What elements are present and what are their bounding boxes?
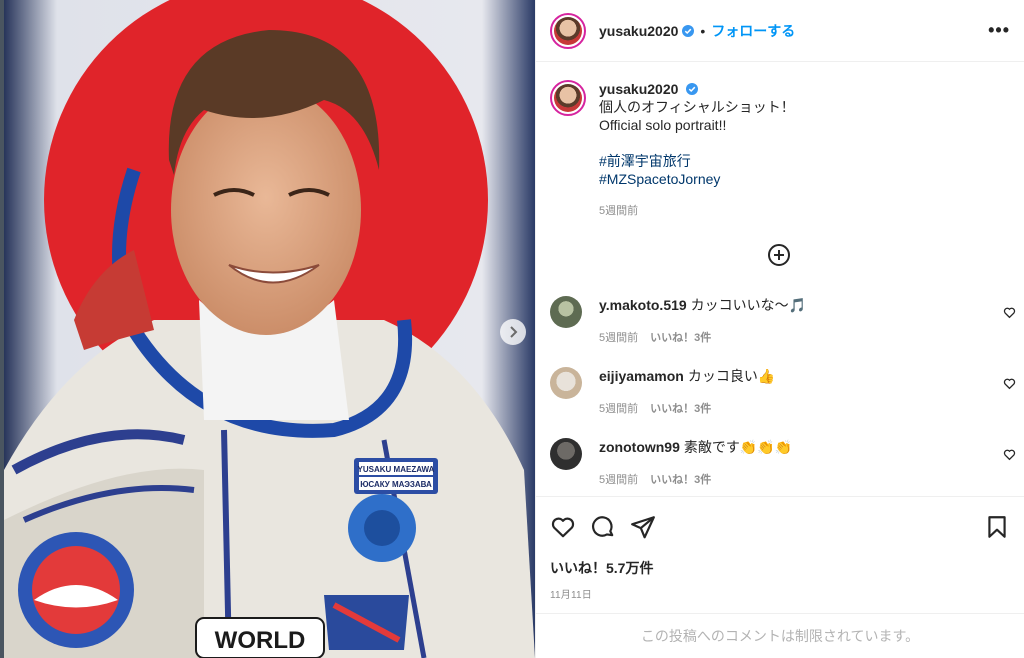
- comment-item: y.makoto.519 カッコいいな〜🎵 5週間前 いいね！3件: [550, 296, 1016, 347]
- caption: yusaku2020 個人のオフィシャルショット！ Official solo …: [536, 62, 1024, 220]
- caption-username[interactable]: yusaku2020: [599, 81, 678, 97]
- bookmark-icon[interactable]: [984, 514, 1010, 540]
- comment-age: 5週間前: [599, 474, 639, 486]
- add-circle-icon[interactable]: [767, 243, 791, 267]
- author-avatar[interactable]: [550, 12, 586, 49]
- commenter-avatar[interactable]: [550, 438, 582, 470]
- comments-restricted-notice: この投稿へのコメントは制限されています。: [536, 613, 1024, 658]
- comment-text: カッコいいな〜🎵: [690, 297, 807, 313]
- verified-badge-icon: [686, 83, 699, 95]
- caption-avatar[interactable]: [550, 80, 586, 116]
- comment-likes[interactable]: いいね！3件: [650, 474, 711, 486]
- comment-username[interactable]: zonotown99: [599, 439, 680, 455]
- share-icon[interactable]: [630, 514, 656, 540]
- heart-icon[interactable]: [550, 514, 576, 540]
- follow-button[interactable]: フォローする: [711, 21, 795, 41]
- hashtag-link-1[interactable]: #前澤宇宙旅行: [599, 152, 795, 170]
- post-header: yusaku2020 • フォローする •••: [536, 0, 1024, 62]
- comment-age: 5週間前: [599, 403, 639, 415]
- likes-count[interactable]: いいね！5.7万件: [536, 558, 1024, 578]
- comment-age: 5週間前: [599, 332, 639, 344]
- comment-item: zonotown99 素敵です👏👏👏 5週間前 いいね！3件: [550, 438, 1016, 489]
- commenter-avatar[interactable]: [550, 367, 582, 399]
- post-sidebar: yusaku2020 • フォローする ••• yusaku2020 個人のオフ…: [535, 0, 1024, 658]
- heart-icon[interactable]: [1003, 377, 1016, 390]
- comment-username[interactable]: eijiyamamon: [599, 368, 684, 384]
- name-tag-line2: ЮСАКУ МАЭЗАВА: [360, 480, 432, 489]
- commenter-avatar[interactable]: [550, 296, 582, 328]
- comment-likes[interactable]: いいね！3件: [650, 403, 711, 415]
- action-bar: [536, 496, 1024, 556]
- astronaut-portrait-image: YUSAKU MAEZAWA ЮСАКУ МАЭЗАВА WORLD: [4, 0, 535, 658]
- caption-age: 5週間前: [599, 205, 639, 217]
- comment-item: eijiyamamon カッコ良い👍 5週間前 いいね！3件: [550, 367, 1016, 418]
- comment-likes[interactable]: いいね！3件: [650, 332, 711, 344]
- heart-icon[interactable]: [1003, 448, 1016, 461]
- separator-dot: •: [700, 22, 706, 39]
- comment-username[interactable]: y.makoto.519: [599, 297, 687, 313]
- hashtag-link-2[interactable]: #MZSpacetoJorney: [599, 170, 795, 188]
- comment-icon[interactable]: [590, 514, 616, 540]
- post-date: 11月11日: [550, 590, 592, 601]
- more-options-icon[interactable]: •••: [988, 20, 1010, 41]
- author-username[interactable]: yusaku2020: [599, 23, 678, 39]
- chevron-right-icon: [510, 326, 518, 338]
- next-photo-button[interactable]: [500, 319, 526, 345]
- post-photo[interactable]: YUSAKU MAEZAWA ЮСАКУ МАЭЗАВА WORLD: [4, 0, 535, 658]
- comment-text: カッコ良い👍: [687, 368, 776, 384]
- verified-badge-icon: [682, 24, 695, 37]
- world-peace-patch-text: WORLD: [215, 627, 306, 654]
- caption-line-2: Official solo portrait!!: [599, 117, 727, 133]
- comment-text: 素敵です👏👏👏: [683, 439, 793, 455]
- heart-icon[interactable]: [1003, 306, 1016, 319]
- comments-area[interactable]: yusaku2020 個人のオフィシャルショット！ Official solo …: [536, 62, 1024, 496]
- instagram-post: YUSAKU MAEZAWA ЮСАКУ МАЭЗАВА WORLD yusak…: [4, 0, 1024, 658]
- name-tag-line1: YUSAKU MAEZAWA: [358, 465, 435, 474]
- caption-line-1: 個人のオフィシャルショット！: [599, 99, 795, 115]
